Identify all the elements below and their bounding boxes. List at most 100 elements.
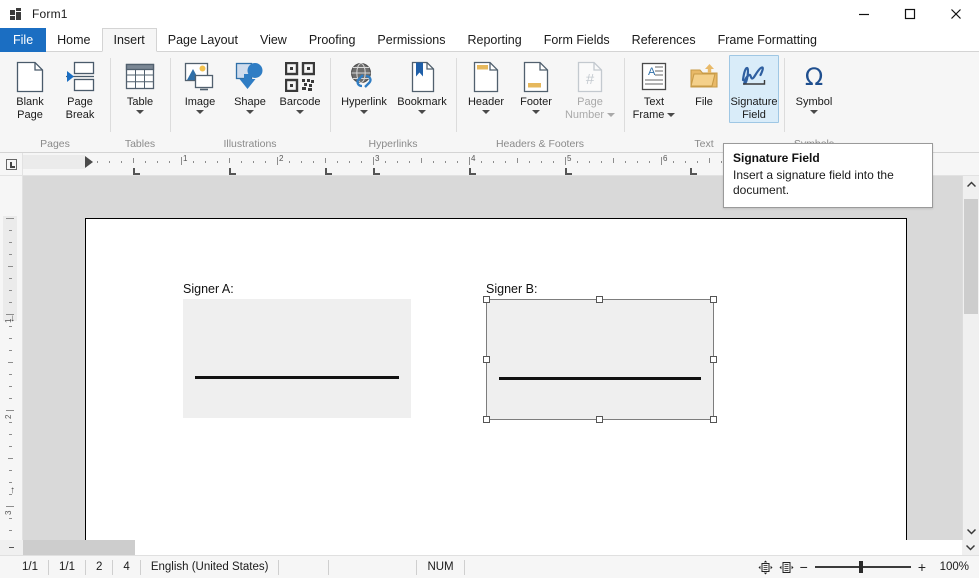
tooltip-body: Insert a signature field into the docume…	[733, 168, 894, 197]
tab-stop-selector[interactable]	[0, 153, 23, 175]
vruler-minor-tick	[9, 482, 12, 483]
tab-proofing[interactable]: Proofing	[298, 28, 367, 52]
status-slot-7[interactable]	[329, 559, 418, 575]
tab-file[interactable]: File	[0, 28, 47, 52]
footer-chevron-down-icon[interactable]	[532, 109, 540, 114]
scroll-down-arrow-icon[interactable]	[963, 523, 979, 540]
page-number-button[interactable]: # Page Number	[561, 55, 619, 123]
status-column-indicator[interactable]: 4	[113, 559, 141, 575]
ruler-tab-stop[interactable]	[229, 168, 236, 175]
zoom-slider[interactable]	[814, 561, 911, 573]
fit-width-icon[interactable]	[779, 560, 794, 574]
vruler-tick-number: 3	[4, 510, 13, 515]
tab-home[interactable]: Home	[46, 28, 101, 52]
resize-handle-middle-left[interactable]	[483, 356, 490, 363]
horizontal-scroll-left-arrow-icon[interactable]	[0, 540, 23, 555]
bookmark-button[interactable]: Bookmark	[393, 55, 451, 123]
close-icon[interactable]	[933, 0, 979, 28]
resize-handle-bottom-center[interactable]	[596, 416, 603, 423]
ruler-tab-stop[interactable]	[469, 168, 476, 175]
text-frame-button[interactable]: A Text Frame	[629, 55, 679, 123]
ruler-tick-number: 1	[183, 154, 188, 163]
barcode-chevron-down-icon[interactable]	[296, 109, 304, 114]
horizontal-scrollbar-row[interactable]	[0, 540, 979, 555]
file-import-icon	[687, 60, 721, 94]
ruler-tab-stop[interactable]	[325, 168, 332, 175]
zoom-out-button[interactable]: −	[800, 560, 808, 574]
tab-view[interactable]: View	[249, 28, 298, 52]
resize-handle-top-left[interactable]	[483, 296, 490, 303]
signature-field-a[interactable]	[183, 299, 411, 418]
zoom-in-button[interactable]: +	[918, 560, 926, 574]
first-line-indent-marker[interactable]	[85, 156, 93, 168]
margin-bottom-marker[interactable]: ↑	[8, 486, 17, 496]
page-number-chevron-down-icon[interactable]	[607, 113, 616, 118]
vertical-scrollbar[interactable]	[962, 176, 979, 540]
footer-button[interactable]: Footer	[511, 55, 561, 123]
status-language[interactable]: English (United States)	[141, 559, 280, 575]
maximize-icon[interactable]	[887, 0, 933, 28]
horizontal-scrollbar-thumb[interactable]	[23, 540, 135, 555]
signature-field-b[interactable]	[483, 296, 717, 423]
ruler-minor-tick	[673, 161, 674, 163]
table-chevron-down-icon[interactable]	[136, 109, 144, 114]
zoom-percentage[interactable]: 100%	[933, 561, 969, 573]
zoom-slider-handle[interactable]	[858, 561, 863, 573]
text-frame-chevron-down-icon[interactable]	[667, 113, 676, 118]
symbol-button[interactable]: Ω Symbol	[789, 55, 839, 123]
scroll-up-arrow-icon[interactable]	[963, 176, 979, 193]
bookmark-chevron-down-icon[interactable]	[418, 109, 426, 114]
file-button[interactable]: File	[679, 55, 729, 123]
document-canvas[interactable]: Signer A: Signer B:	[23, 176, 962, 540]
table-button[interactable]: Table	[115, 55, 165, 123]
status-slot-6[interactable]	[279, 559, 330, 575]
header-button[interactable]: Header	[461, 55, 511, 123]
tab-insert[interactable]: Insert	[101, 28, 157, 52]
tab-reporting[interactable]: Reporting	[456, 28, 532, 52]
ruler-tick-number: 4	[471, 154, 476, 163]
status-page-indicator[interactable]: 1/1	[0, 559, 49, 575]
header-icon	[469, 60, 503, 94]
document-page[interactable]: Signer A: Signer B:	[85, 218, 907, 540]
resize-handle-middle-right[interactable]	[710, 356, 717, 363]
tab-page-layout[interactable]: Page Layout	[157, 28, 249, 52]
status-line-indicator[interactable]: 2	[86, 559, 114, 575]
vertical-scrollbar-track[interactable]	[963, 193, 979, 523]
ruler-minor-tick	[649, 161, 650, 163]
image-chevron-down-icon[interactable]	[196, 109, 204, 114]
margin-top-marker[interactable]: ↓	[8, 314, 17, 324]
resize-handle-bottom-left[interactable]	[483, 416, 490, 423]
fit-page-icon[interactable]	[758, 560, 773, 575]
tab-form-fields[interactable]: Form Fields	[533, 28, 621, 52]
header-chevron-down-icon[interactable]	[482, 109, 490, 114]
tab-references[interactable]: References	[621, 28, 707, 52]
tab-permissions[interactable]: Permissions	[366, 28, 456, 52]
hyperlink-chevron-down-icon[interactable]	[360, 109, 368, 114]
shape-chevron-down-icon[interactable]	[246, 109, 254, 114]
status-section-indicator[interactable]: 1/1	[49, 559, 86, 575]
vertical-scrollbar-thumb[interactable]	[964, 199, 978, 314]
resize-handle-bottom-right[interactable]	[710, 416, 717, 423]
page-break-button[interactable]: Page Break	[55, 55, 105, 123]
ruler-tab-stop[interactable]	[689, 168, 697, 175]
vertical-ruler[interactable]: 1 2 3 ↓ ↑	[0, 176, 23, 540]
ruler-tab-stop[interactable]	[373, 168, 380, 175]
blank-page-label-line1: Blank	[16, 96, 44, 108]
ruler-tab-stop[interactable]	[565, 168, 572, 175]
barcode-button[interactable]: Barcode	[275, 55, 325, 123]
image-button[interactable]: Image	[175, 55, 225, 123]
hyperlink-button[interactable]: Hyperlink	[335, 55, 393, 123]
horizontal-scrollbar-track[interactable]	[23, 540, 962, 555]
symbol-chevron-down-icon[interactable]	[810, 109, 818, 114]
shape-button[interactable]: Shape	[225, 55, 275, 123]
blank-page-button[interactable]: Blank Page	[5, 55, 55, 123]
horizontal-scroll-right-arrow-icon[interactable]	[962, 540, 979, 555]
minimize-icon[interactable]	[841, 0, 887, 28]
ruler-tab-stop[interactable]	[133, 168, 140, 175]
resize-handle-top-right[interactable]	[710, 296, 717, 303]
ruler-minor-tick	[637, 161, 638, 163]
tab-frame-formatting[interactable]: Frame Formatting	[707, 28, 828, 52]
signature-field-button[interactable]: Signature Field	[729, 55, 779, 123]
resize-handle-top-center[interactable]	[596, 296, 603, 303]
status-num-lock[interactable]: NUM	[417, 559, 465, 575]
